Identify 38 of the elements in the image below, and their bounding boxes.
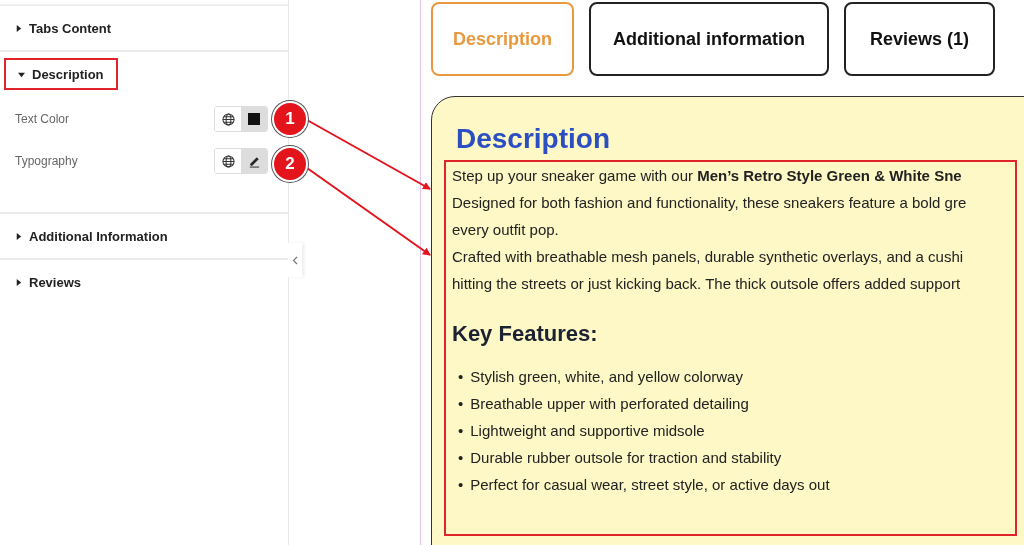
feature-item: Lightweight and supportive midsole [470,421,705,441]
section-header[interactable]: Additional Information [0,214,288,258]
caret-down-icon [18,70,25,78]
edit-button[interactable] [241,149,267,173]
caret-right-icon [15,24,22,32]
step-marker: 1 [272,101,308,137]
section-header[interactable]: Description [4,58,118,90]
pencil-icon [247,154,261,168]
bullet: • [458,448,464,468]
paragraph-line: Designed for both fashion and functionality, these sneakers feature a bold gre [452,193,967,213]
bullet: • [458,421,464,441]
feature-item: Durable rubber outsole for traction and stability [470,448,782,468]
globe-icon [221,154,235,168]
bullet: • [458,394,464,414]
paragraph-line: Crafted with breathable mesh panels, durable synthetic overlays, and a cushi [452,247,964,267]
features-heading: Key Features: [452,320,598,348]
caret-right-icon [15,278,22,286]
bullet: • [458,475,464,495]
tab[interactable]: Reviews (1) [844,2,995,76]
section-header[interactable]: Reviews [0,260,288,304]
step-marker: 2 [272,146,308,182]
control-label: Typography [15,154,79,168]
feature-item: Perfect for casual wear, street style, or active days out [470,475,830,495]
color-picker-button[interactable] [241,107,267,131]
bullet: • [458,367,464,387]
collapse-handle[interactable] [288,243,302,277]
section-header[interactable]: Tabs Content [0,6,288,50]
chevron-left-icon [292,255,298,265]
tab[interactable]: Additional information [589,2,829,76]
paragraph-line: Step up your sneaker game with our Men’s Retro Style Green & White Sne [452,166,962,186]
feature-item: Stylish green, white, and yellow colorway [470,367,743,387]
feature-item: Breathable upper with perforated detailing [470,394,749,414]
paragraph-line: every outfit pop. [452,220,559,240]
section-heading: Description [456,122,612,156]
globe-icon [221,112,235,126]
control-label: Text Color [15,112,71,126]
paragraph-line: hitting the streets or just kicking back. The thick outsole offers added support [452,274,961,294]
caret-right-icon [15,232,22,240]
